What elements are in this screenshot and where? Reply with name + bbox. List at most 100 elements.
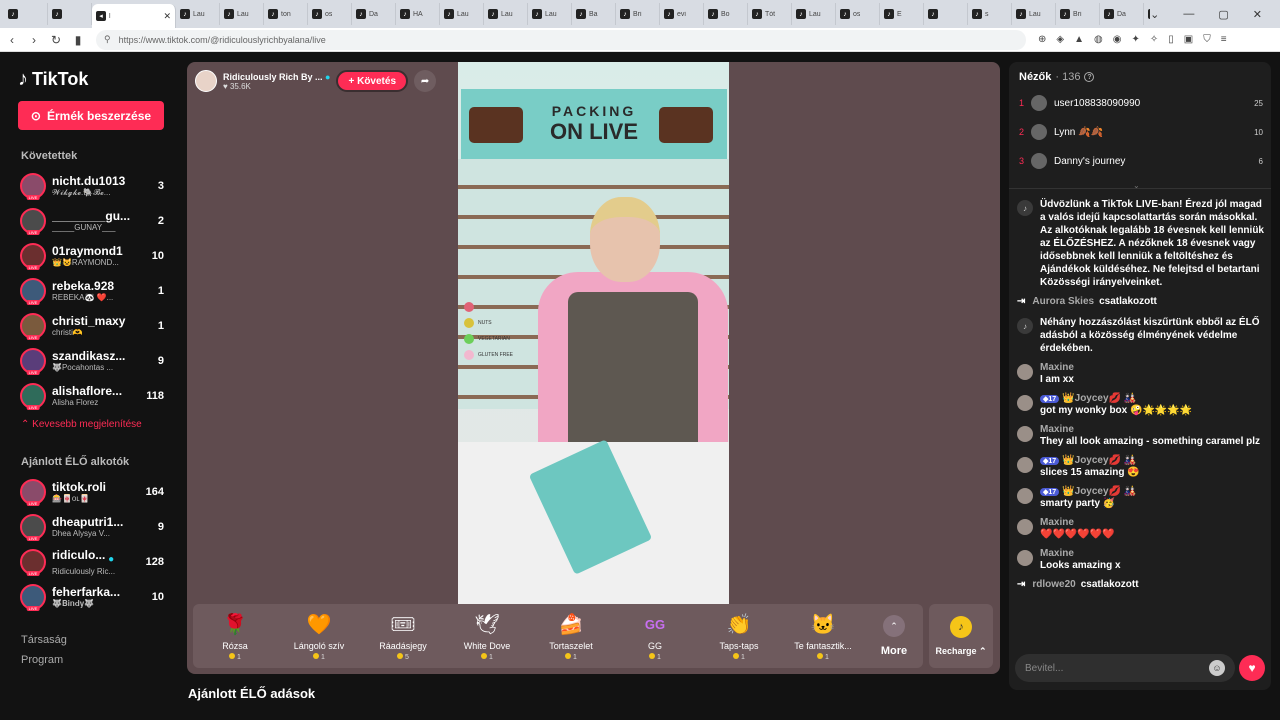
- sidebar-user[interactable]: LIVE christi_maxy christi🫶 1: [20, 308, 164, 343]
- info-icon[interactable]: ?: [1084, 72, 1095, 82]
- minimize-icon[interactable]: —: [1183, 8, 1194, 20]
- sidebar-user[interactable]: LIVE 01raymond1 👑😺RAYMOND... 10: [20, 238, 164, 273]
- gift-item[interactable]: 🐱 Te fantasztik... 1: [781, 611, 865, 662]
- zoom-icon[interactable]: ⊕: [1038, 34, 1046, 45]
- browser-tab[interactable]: ♪ Bri: [616, 3, 660, 25]
- browser-tab[interactable]: ♪: [48, 3, 92, 25]
- browser-tab[interactable]: ♪ Lau: [220, 3, 264, 25]
- avatar[interactable]: [1017, 364, 1033, 380]
- footer-link-company[interactable]: Társaság: [21, 634, 164, 646]
- top-viewer-row[interactable]: 1 user108838090990 25: [1019, 95, 1263, 111]
- brave-shield-icon[interactable]: ◈: [1056, 34, 1064, 45]
- close-window-icon[interactable]: ✕: [1253, 8, 1262, 21]
- browser-tab[interactable]: ♪ Lau: [528, 3, 572, 25]
- top-viewer-row[interactable]: 3 Danny's journey 6: [1019, 153, 1263, 169]
- browser-tab[interactable]: ♪: [924, 3, 968, 25]
- chat-username[interactable]: 👑Joycey💋 🎎: [1062, 486, 1136, 497]
- browser-tab[interactable]: ♪ Lau: [484, 3, 528, 25]
- browser-tab[interactable]: ♪ evi: [660, 3, 704, 25]
- chat-username[interactable]: Aurora Skies: [1032, 296, 1094, 307]
- tiktok-logo[interactable]: ♪ TikTok: [18, 68, 164, 91]
- show-less-button[interactable]: ⌃ Kevesebb megjelenítése: [21, 419, 164, 430]
- sidebar-user[interactable]: LIVE tiktok.roli 🎰🀄ᴏʟ🀄 164: [20, 474, 164, 509]
- sidebar-user[interactable]: LIVE alishaflore... Alisha Florez 118: [20, 378, 164, 413]
- browser-tab[interactable]: ♪ HA: [396, 3, 440, 25]
- browser-tab[interactable]: ♪ ton: [264, 3, 308, 25]
- wallet-icon[interactable]: ▣: [1184, 34, 1193, 45]
- browser-tab[interactable]: ♪ s: [968, 3, 1012, 25]
- avatar[interactable]: [1017, 426, 1033, 442]
- avatar[interactable]: [1017, 488, 1033, 504]
- bookmark-icon[interactable]: ▮: [68, 33, 88, 47]
- avatar[interactable]: [1017, 519, 1033, 535]
- chat-input[interactable]: [1025, 662, 1195, 674]
- sidebar-user[interactable]: LIVE ridiculo... ● Ridiculously Ric... 128: [20, 544, 164, 579]
- back-icon[interactable]: ‹: [2, 33, 22, 47]
- emoji-icon[interactable]: ☺: [1209, 660, 1225, 676]
- like-heart-button[interactable]: ♥: [1239, 655, 1265, 681]
- sidebar-user[interactable]: LIVE dheaputri1... Dhea Alysya V... 9: [20, 509, 164, 544]
- share-icon[interactable]: ➦: [414, 70, 437, 92]
- extension-icon[interactable]: ◍: [1094, 34, 1103, 45]
- browser-tab[interactable]: ♪ E: [880, 3, 924, 25]
- follow-button[interactable]: + Követés: [336, 70, 409, 92]
- browser-tab[interactable]: ♪ Da: [352, 3, 396, 25]
- host-avatar[interactable]: [195, 70, 217, 92]
- gift-item[interactable]: 👏 Taps-taps 1: [697, 611, 781, 662]
- sidebar-user[interactable]: LIVE feherfarka... 🐺𝐁𝐢𝐧𝐝𝐲🐺 10: [20, 579, 164, 614]
- chat-username[interactable]: Maxine: [1040, 424, 1074, 435]
- top-viewer-row[interactable]: 2 Lynn 🍂🍂 10: [1019, 124, 1263, 140]
- recharge-button[interactable]: ♪ Recharge ⌃: [929, 604, 993, 668]
- chat-username[interactable]: Maxine: [1040, 362, 1074, 373]
- url-field[interactable]: ⚲ https://www.tiktok.com/@ridiculouslyri…: [96, 29, 1026, 50]
- tab-search-icon[interactable]: ⌄: [1150, 8, 1159, 21]
- browser-tab[interactable]: ♪ Lau: [792, 3, 836, 25]
- maximize-icon[interactable]: ▢: [1218, 8, 1228, 21]
- sidebar-user[interactable]: LIVE ________gu... _____GUNAY___ 2: [20, 203, 164, 238]
- gift-item[interactable]: GG GG 1: [613, 611, 697, 662]
- get-coins-button[interactable]: ⊙ Érmék beszerzése: [18, 101, 164, 130]
- browser-tab[interactable]: ♪ Lau: [176, 3, 220, 25]
- gift-item[interactable]: 🧡 Lángoló szív 1: [277, 611, 361, 662]
- browser-tab[interactable]: ♪ Lau: [440, 3, 484, 25]
- live-video[interactable]: PACKING ON LIVE NUTS VEGETARIAN GLUTEN F…: [458, 62, 729, 604]
- chat-username[interactable]: 👑Joycey💋 🎎: [1062, 455, 1136, 466]
- browser-tab[interactable]: ♪ Da: [1100, 3, 1144, 25]
- avatar[interactable]: [1017, 395, 1033, 411]
- chat-username[interactable]: Maxine: [1040, 517, 1074, 528]
- forward-icon[interactable]: ›: [24, 33, 44, 47]
- browser-tab[interactable]: ◂ l ✕: [92, 4, 176, 28]
- avatar[interactable]: [1017, 550, 1033, 566]
- chat-username[interactable]: 👑Joycey💋 🎎: [1062, 393, 1136, 404]
- close-tab-icon[interactable]: ✕: [163, 11, 171, 22]
- gift-item[interactable]: 🎟 Ráadásjegy 5: [361, 611, 445, 662]
- browser-tab[interactable]: ♪ Bo: [704, 3, 748, 25]
- extension-icon[interactable]: ◉: [1113, 34, 1122, 45]
- chat-username[interactable]: rdlowe20: [1032, 579, 1075, 590]
- sidebar-user[interactable]: LIVE rebeka.928 REBEKA🐼 ❤️... 1: [20, 273, 164, 308]
- browser-tab[interactable]: ♪ os: [308, 3, 352, 25]
- reload-icon[interactable]: ↻: [46, 33, 66, 47]
- gift-item[interactable]: 🌹 Rózsa 1: [193, 611, 277, 662]
- rewards-icon[interactable]: ▲: [1074, 34, 1084, 45]
- browser-tab[interactable]: ♪ Tót: [748, 3, 792, 25]
- browser-tab[interactable]: ♪ Ba: [572, 3, 616, 25]
- avatar[interactable]: [1017, 457, 1033, 473]
- browser-tab[interactable]: ♪: [4, 3, 48, 25]
- browser-tab[interactable]: ♪ os: [836, 3, 880, 25]
- footer-link-program[interactable]: Program: [21, 654, 164, 666]
- host-name[interactable]: Ridiculously Rich By ... ●: [223, 72, 330, 82]
- sidebar-user[interactable]: LIVE nicht.du1013 𝓦𝓲𝓴𝓰𝓴𝓮.🐘𝓑𝓮... 3: [20, 168, 164, 203]
- sidebar-toggle-icon[interactable]: ▯: [1168, 34, 1174, 45]
- vpn-icon[interactable]: ⛉: [1203, 34, 1211, 45]
- browser-tab[interactable]: ♪ Bri: [1056, 3, 1100, 25]
- site-info-icon[interactable]: ⚲: [104, 34, 111, 45]
- chat-username[interactable]: Maxine: [1040, 548, 1074, 559]
- sidebar-user[interactable]: LIVE szandikasz... 🐺Pocahontas ... 9: [20, 343, 164, 378]
- gift-item[interactable]: 🍰 Tortaszelet 1: [529, 611, 613, 662]
- extension-icon[interactable]: ✦: [1131, 34, 1139, 45]
- gift-item[interactable]: 🕊 White Dove 1: [445, 611, 529, 662]
- menu-icon[interactable]: ≡: [1221, 34, 1227, 45]
- more-gifts-button[interactable]: ⌃ More: [865, 615, 923, 657]
- puzzle-icon[interactable]: ✧: [1150, 34, 1158, 45]
